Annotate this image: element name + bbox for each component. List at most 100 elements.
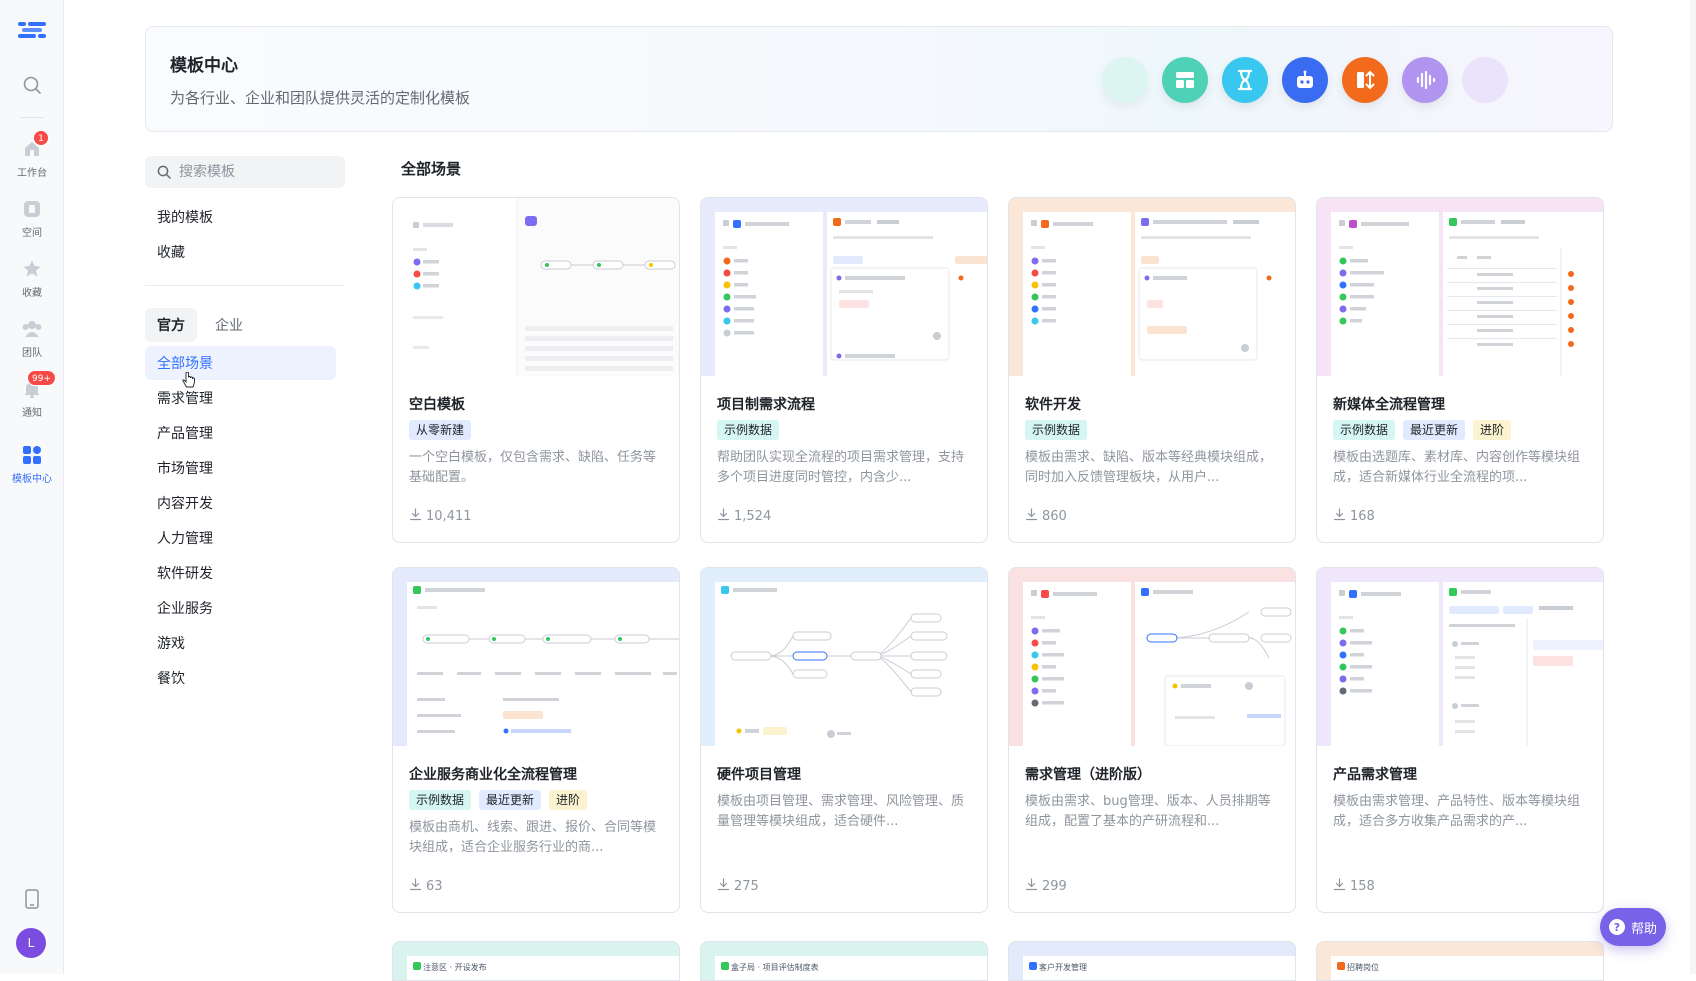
- download-count: 860: [1025, 508, 1067, 525]
- peek-title: 盒子局 · 项目评估制度表: [731, 963, 819, 972]
- help-label: 帮助: [1630, 921, 1657, 937]
- rail-workbench[interactable]: 1 工作台: [0, 130, 64, 188]
- category-game[interactable]: 游戏: [145, 626, 336, 660]
- peek-title: 注意区 · 开设发布: [423, 963, 487, 972]
- star-icon: [21, 258, 43, 280]
- download-count: 10,411: [409, 508, 472, 525]
- category-requirements[interactable]: 需求管理: [145, 381, 336, 415]
- question-icon: ?: [1608, 919, 1625, 935]
- download-icon: [409, 508, 422, 525]
- download-count: 275: [717, 878, 759, 895]
- mobile-icon[interactable]: [21, 888, 43, 910]
- download-count: 158: [1333, 878, 1375, 895]
- template-card-software-dev[interactable]: 软件开发 示例数据 模板由需求、缺陷、版本等经典模块组成，同时加入反馈管理板块，…: [1008, 197, 1296, 543]
- page-title: 模板中心: [170, 56, 238, 76]
- category-software[interactable]: 软件研发: [145, 556, 336, 590]
- template-preview: [1317, 198, 1603, 376]
- category-hr[interactable]: 人力管理: [145, 521, 336, 555]
- tag-list: 示例数据: [717, 420, 780, 440]
- tag: 最近更新: [1403, 420, 1466, 440]
- template-card-hardware-project[interactable]: 硬件项目管理 模板由项目管理、需求管理、风险管理、质量管理等模块组成，适合硬件.…: [700, 567, 988, 913]
- template-description: 一个空白模板，仅包含需求、缺陷、任务等基础配置。: [409, 450, 657, 485]
- template-card-new-media[interactable]: 新媒体全流程管理 示例数据 最近更新 进阶 模板由选题库、素材库、内容创作等模块…: [1316, 197, 1604, 543]
- space-icon: [21, 198, 43, 220]
- template-preview: [393, 198, 679, 376]
- download-count: 1,524: [717, 508, 771, 525]
- section-title: 全部场景: [401, 160, 462, 178]
- notification-badge: 99+: [27, 370, 56, 386]
- template-preview: [701, 568, 987, 746]
- download-count: 299: [1025, 878, 1067, 895]
- rail-template-center[interactable]: 模板中心: [0, 444, 64, 494]
- tab-enterprise[interactable]: 企业: [203, 308, 255, 342]
- source-tabs: 官方 企业: [145, 308, 255, 342]
- tag: 示例数据: [717, 420, 780, 440]
- layout-icon: [1162, 57, 1208, 103]
- category-catering[interactable]: 餐饮: [145, 661, 336, 695]
- category-content[interactable]: 内容开发: [145, 486, 336, 520]
- rail-team[interactable]: 团队: [0, 318, 64, 368]
- tag: 从零新建: [409, 420, 472, 440]
- template-description: 模板由项目管理、需求管理、风险管理、质量管理等模块组成，适合硬件...: [717, 794, 965, 829]
- search-icon: [21, 74, 43, 96]
- rail-label: 团队: [22, 348, 42, 359]
- template-description: 模板由需求、bug管理、版本、人员排期等组成，配置了基本的产研流程和...: [1025, 794, 1271, 829]
- help-button[interactable]: ? 帮助: [1600, 908, 1666, 946]
- search-input[interactable]: [179, 164, 329, 180]
- tag: 最近更新: [479, 790, 542, 810]
- app-logo-icon[interactable]: [18, 20, 46, 40]
- template-card-peek[interactable]: 注意区 · 开设发布: [392, 941, 680, 981]
- user-avatar[interactable]: L: [16, 928, 46, 958]
- bell-icon: 99+: [21, 370, 56, 400]
- menu-my-templates[interactable]: 我的模板: [145, 200, 336, 234]
- template-center-banner: 模板中心 为各行业、企业和团队提供灵活的定制化模板: [145, 26, 1613, 132]
- search-box[interactable]: [145, 156, 345, 188]
- template-preview: [1009, 198, 1295, 376]
- template-preview: [1009, 568, 1295, 746]
- rail-label: 收藏: [22, 288, 42, 299]
- rail-space[interactable]: 空间: [0, 198, 64, 248]
- category-all[interactable]: 全部场景: [145, 346, 336, 380]
- template-grid-icon: [21, 444, 43, 466]
- template-description: 模板由需求、缺陷、版本等经典模块组成，同时加入反馈管理板块，从用户...: [1025, 450, 1273, 485]
- search-icon: [157, 165, 171, 179]
- template-name: 产品需求管理: [1333, 767, 1417, 783]
- menu-favorites[interactable]: 收藏: [145, 235, 336, 269]
- tag: 进阶: [549, 790, 588, 810]
- scrollbar[interactable]: [1690, 0, 1696, 974]
- template-description: 模板由商机、线索、跟进、报价、合同等模块组成，适合企业服务行业的商...: [409, 820, 657, 855]
- template-name: 硬件项目管理: [717, 767, 801, 783]
- template-card-enterprise-commercial[interactable]: 企业服务商业化全流程管理 示例数据 最近更新 进阶 模板由商机、线索、跟进、报价…: [392, 567, 680, 913]
- template-description: 模板由选题库、素材库、内容创作等模块组成，适合新媒体行业全流程的项...: [1333, 450, 1581, 485]
- template-preview: [701, 198, 987, 376]
- download-icon: [1025, 878, 1038, 895]
- template-name: 新媒体全流程管理: [1333, 397, 1445, 413]
- template-card-peek[interactable]: 招聘岗位: [1316, 941, 1604, 981]
- template-card-blank[interactable]: 空白模板 从零新建 一个空白模板，仅包含需求、缺陷、任务等基础配置。 10,41…: [392, 197, 680, 543]
- template-card-project-requirement[interactable]: 项目制需求流程 示例数据 帮助团队实现全流程的项目需求管理，支持多个项目进度同时…: [700, 197, 988, 543]
- template-card-peek[interactable]: 客户开发管理: [1008, 941, 1296, 981]
- audio-wave-icon: [1402, 57, 1448, 103]
- tag: 示例数据: [409, 790, 472, 810]
- download-count: 63: [409, 878, 443, 895]
- sort-icon: [1342, 57, 1388, 103]
- template-preview: [393, 568, 679, 746]
- tag-list: 从零新建: [409, 420, 472, 440]
- rail-label: 模板中心: [12, 474, 52, 485]
- category-enterprise-service[interactable]: 企业服务: [145, 591, 336, 625]
- template-card-requirement-advanced[interactable]: 需求管理（进阶版） 模板由需求、bug管理、版本、人员排期等组成，配置了基本的产…: [1008, 567, 1296, 913]
- template-card-product-requirement[interactable]: 产品需求管理 模板由需求管理、产品特性、版本等模块组成，适合多方收集产品需求的产…: [1316, 567, 1604, 913]
- tab-official[interactable]: 官方: [145, 308, 197, 342]
- template-description: 帮助团队实现全流程的项目需求管理，支持多个项目进度同时管控，内含少...: [717, 450, 965, 485]
- template-name: 企业服务商业化全流程管理: [409, 767, 577, 783]
- rail-favorites[interactable]: 收藏: [0, 258, 64, 308]
- template-card-peek[interactable]: 盒子局 · 项目评估制度表: [700, 941, 988, 981]
- hourglass-icon: [1222, 57, 1268, 103]
- download-icon: [1025, 508, 1038, 525]
- category-product[interactable]: 产品管理: [145, 416, 336, 450]
- peek-title: 客户开发管理: [1039, 963, 1087, 972]
- rail-notifications[interactable]: 99+ 通知: [0, 370, 64, 428]
- download-count: 168: [1333, 508, 1375, 525]
- category-marketing[interactable]: 市场管理: [145, 451, 336, 485]
- notification-badge: 1: [33, 130, 49, 146]
